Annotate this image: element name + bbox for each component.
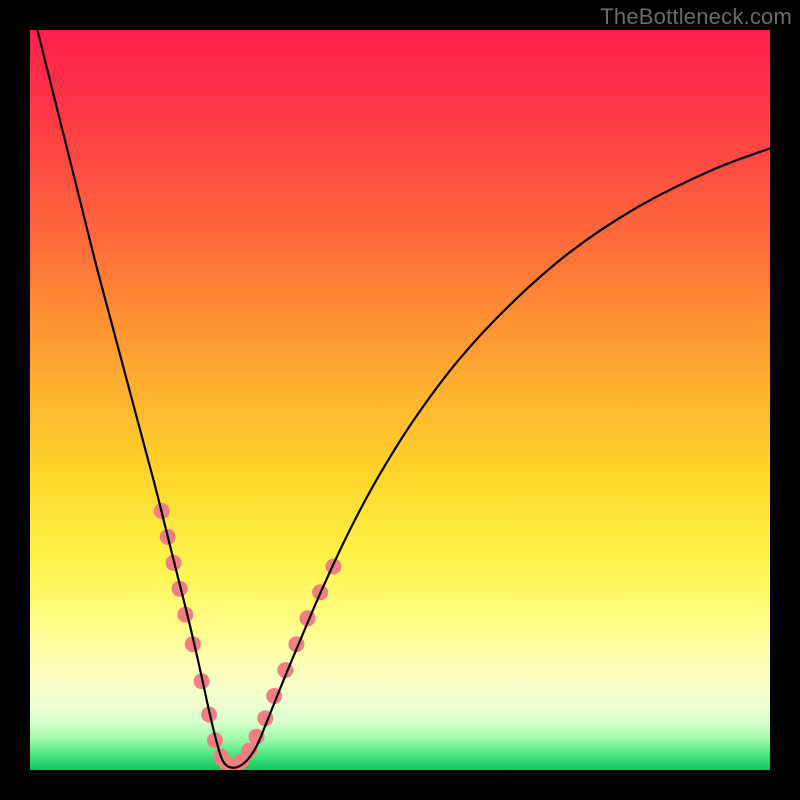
bottleneck-curve (37, 30, 770, 768)
chart-svg (30, 30, 770, 770)
markers-layer (154, 503, 342, 770)
watermark-text: TheBottleneck.com (600, 4, 792, 30)
plot-area (30, 30, 770, 770)
outer-frame: TheBottleneck.com (0, 0, 800, 800)
